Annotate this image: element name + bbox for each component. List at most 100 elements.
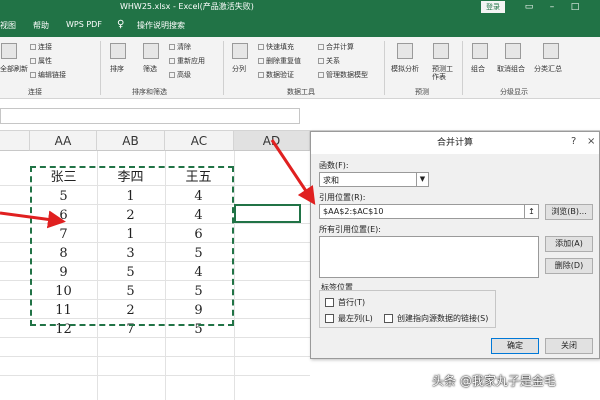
relationships-icon xyxy=(318,58,324,64)
advanced-label: 高级 xyxy=(177,71,191,79)
group-separator xyxy=(223,41,224,95)
data-model-icon xyxy=(318,72,324,78)
refresh-all-button[interactable]: 全部刷新 xyxy=(0,65,28,73)
what-if-analysis-icon[interactable] xyxy=(397,43,413,59)
connections-icon xyxy=(30,44,36,50)
chevron-down-icon[interactable]: ▼ xyxy=(416,173,428,186)
delete-button[interactable]: 删除(D) xyxy=(545,258,593,274)
group-label-connections: 连接 xyxy=(28,88,42,96)
all-references-list[interactable] xyxy=(319,236,539,278)
gridline xyxy=(0,356,310,357)
copy-marquee xyxy=(30,166,234,326)
properties-icon xyxy=(30,58,36,64)
clear-label: 清除 xyxy=(177,43,191,51)
data-validation-button[interactable]: 数据验证 xyxy=(258,71,294,79)
top-row-label: 首行(T) xyxy=(338,298,366,307)
group-separator xyxy=(384,41,385,95)
consolidate-button[interactable]: 合并计算 xyxy=(318,43,354,51)
reapply-icon xyxy=(169,58,175,64)
relationships-label: 关系 xyxy=(326,57,340,65)
flash-fill-label: 快速填充 xyxy=(266,43,294,51)
text-to-columns-icon[interactable] xyxy=(232,43,248,59)
consolidate-icon xyxy=(318,44,324,50)
connections-button[interactable]: 连接 xyxy=(30,43,52,51)
left-column-label: 最左列(L) xyxy=(338,314,373,323)
reapply-button[interactable]: 重新应用 xyxy=(169,57,205,65)
group-icon[interactable] xyxy=(472,43,488,59)
consolidate-dialog: 合并计算 ? × 函数(F): 求和 ▼ 引用位置(R): $AA$2:$AC$… xyxy=(310,131,600,359)
tab-wps-pdf[interactable]: WPS PDF xyxy=(66,20,102,29)
function-select[interactable]: 求和 ▼ xyxy=(319,172,429,187)
help-icon[interactable]: ? xyxy=(571,136,576,147)
login-button[interactable]: 登录 xyxy=(481,1,505,13)
active-cell[interactable] xyxy=(234,204,301,223)
title-bar: WHW25.xlsx - Excel(产品激活失败) 登录 ▭ – □ xyxy=(0,0,600,14)
subtotal-icon[interactable] xyxy=(543,43,559,59)
group-label-sort-filter: 排序和筛选 xyxy=(132,88,167,96)
menu-bar: 视图 帮助 WPS PDF ♀ 操作说明搜索 xyxy=(0,14,600,37)
group-separator xyxy=(100,41,101,95)
manage-data-model-button[interactable]: 管理数据模型 xyxy=(318,71,368,79)
lightbulb-icon: ♀ xyxy=(117,19,125,30)
connections-label: 连接 xyxy=(38,43,52,51)
ok-button[interactable]: 确定 xyxy=(491,338,539,354)
properties-button[interactable]: 属性 xyxy=(30,57,52,65)
consolidate-label: 合并计算 xyxy=(326,43,354,51)
clear-button[interactable]: 清除 xyxy=(169,43,191,51)
filter-icon[interactable] xyxy=(143,43,159,59)
sort-button[interactable]: 排序 xyxy=(110,65,124,73)
select-all-corner[interactable] xyxy=(0,131,30,151)
forecast-sheet-icon[interactable] xyxy=(433,43,449,59)
column-header-ad[interactable]: AD xyxy=(234,131,310,151)
minimize-icon[interactable]: – xyxy=(545,1,559,13)
browse-button[interactable]: 浏览(B)... xyxy=(545,204,593,220)
refresh-all-icon[interactable] xyxy=(1,43,17,59)
edit-links-icon xyxy=(30,72,36,78)
sort-icon[interactable] xyxy=(110,43,126,59)
column-header-ab[interactable]: AB xyxy=(97,131,165,151)
subtotal-button[interactable]: 分类汇总 xyxy=(534,65,562,73)
forecast-sheet-button[interactable]: 预测工作表 xyxy=(432,65,454,81)
group-label-forecast: 预测 xyxy=(415,88,429,96)
gridline xyxy=(234,151,235,400)
collapse-dialog-icon[interactable]: ↥ xyxy=(524,205,538,218)
close-icon[interactable]: × xyxy=(587,136,595,147)
tab-view[interactable]: 视图 xyxy=(0,20,16,31)
formula-bar[interactable] xyxy=(0,108,300,124)
properties-label: 属性 xyxy=(38,57,52,65)
group-label-outline: 分级显示 xyxy=(500,88,528,96)
all-references-label: 所有引用位置(E): xyxy=(319,225,381,234)
what-if-analysis-button[interactable]: 模拟分析 xyxy=(391,65,419,73)
remove-duplicates-label: 删除重复值 xyxy=(266,57,301,65)
link-source-label: 创建指向源数据的链接(S) xyxy=(397,314,489,323)
group-label-data-tools: 数据工具 xyxy=(287,88,315,96)
advanced-button[interactable]: 高级 xyxy=(169,71,191,79)
gridline xyxy=(0,375,310,376)
edit-links-button[interactable]: 编辑链接 xyxy=(30,71,66,79)
flash-fill-icon xyxy=(258,44,264,50)
ungroup-icon[interactable] xyxy=(505,43,521,59)
relationships-button[interactable]: 关系 xyxy=(318,57,340,65)
filter-button[interactable]: 筛选 xyxy=(143,65,157,73)
maximize-icon[interactable]: □ xyxy=(568,1,582,13)
reference-input[interactable]: $AA$2:$AC$10 ↥ xyxy=(319,204,539,219)
manage-data-model-label: 管理数据模型 xyxy=(326,71,368,79)
tab-help[interactable]: 帮助 xyxy=(33,20,49,31)
column-header-aa[interactable]: AA xyxy=(30,131,97,151)
advanced-filter-icon xyxy=(169,72,175,78)
remove-duplicates-button[interactable]: 删除重复值 xyxy=(258,57,301,65)
flash-fill-button[interactable]: 快速填充 xyxy=(258,43,294,51)
add-button[interactable]: 添加(A) xyxy=(545,236,593,252)
reference-label: 引用位置(R): xyxy=(319,193,366,202)
formula-bar-area xyxy=(0,99,600,131)
top-row-checkbox[interactable] xyxy=(325,298,334,307)
tell-me-search[interactable]: 操作说明搜索 xyxy=(137,20,185,31)
ungroup-button[interactable]: 取消组合 xyxy=(497,65,525,73)
column-header-ac[interactable]: AC xyxy=(165,131,234,151)
close-button[interactable]: 关闭 xyxy=(545,338,593,354)
group-button[interactable]: 组合 xyxy=(471,65,485,73)
link-source-checkbox[interactable] xyxy=(384,314,393,323)
left-column-checkbox[interactable] xyxy=(325,314,334,323)
text-to-columns-button[interactable]: 分列 xyxy=(232,65,246,73)
ribbon-display-icon[interactable]: ▭ xyxy=(522,1,536,13)
